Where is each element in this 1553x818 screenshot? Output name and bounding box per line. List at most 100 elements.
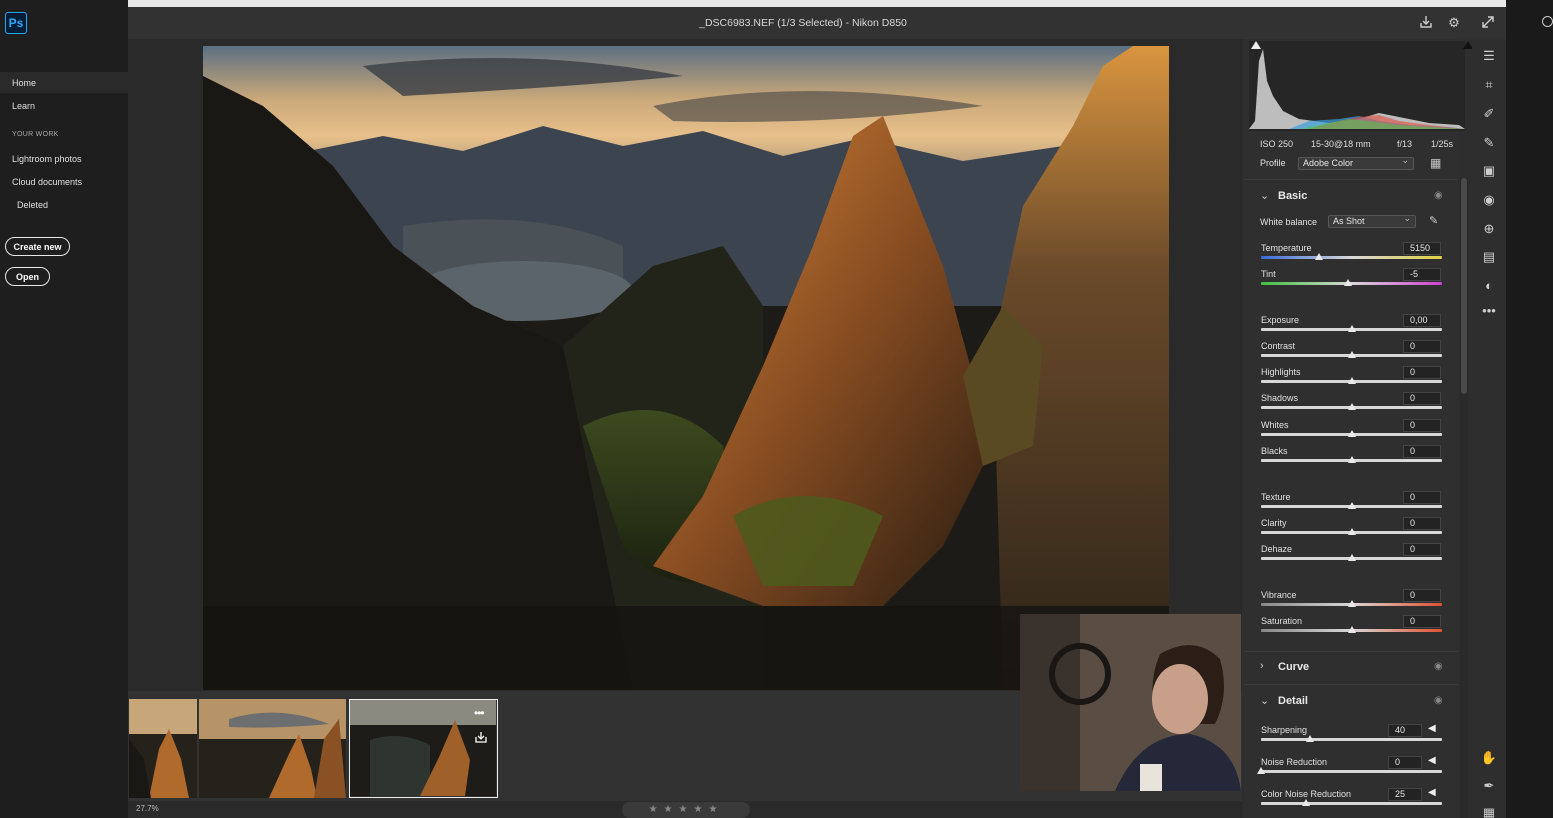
main-photo[interactable] (203, 46, 1169, 690)
sidebar-item-learn[interactable]: Learn (12, 101, 35, 111)
sampler-icon[interactable]: ✒ (1480, 777, 1498, 795)
slider-label: Saturation (1261, 616, 1303, 626)
thumb-save-icon[interactable] (474, 730, 488, 747)
white-balance-label: White balance (1260, 217, 1318, 227)
slider-label: Vibrance (1261, 590, 1297, 600)
slider-handle[interactable] (1347, 528, 1356, 535)
slider-handle[interactable] (1257, 767, 1265, 774)
chevron-down-icon: ⌄ (1260, 695, 1270, 707)
slider-value-input[interactable]: 0 (1403, 340, 1441, 353)
slider-value-input[interactable]: 0 (1388, 756, 1422, 769)
sidebar-item-cloud-documents[interactable]: Cloud documents (12, 177, 82, 187)
snapshots-icon[interactable]: ▤ (1480, 248, 1498, 266)
photoshop-logo: Ps (5, 12, 27, 34)
bottom-bar: 27.7% ★★★★★ (128, 801, 1242, 818)
slider-value-input[interactable]: 0,00 (1403, 314, 1441, 327)
slider-value-input[interactable]: 0 (1403, 445, 1441, 458)
slider-track[interactable] (1261, 738, 1442, 741)
basic-section-header[interactable]: ⌄ Basic ◉ (1244, 185, 1458, 209)
visibility-eye-icon[interactable]: ◉ (1434, 661, 1443, 672)
curve-section-header[interactable]: › Curve ◉ (1244, 656, 1458, 680)
slider-handle[interactable] (1347, 600, 1356, 607)
home-sidebar: Ps Home Learn YOUR WORK Lightroom photos… (0, 0, 128, 818)
slider-value-input[interactable]: 25 (1388, 788, 1422, 801)
open-button[interactable]: Open (5, 267, 50, 286)
detail-section-header[interactable]: ⌄ Detail ◉ (1244, 690, 1458, 714)
gear-icon[interactable]: ⚙ (1446, 15, 1462, 31)
slider-handle[interactable] (1347, 325, 1356, 332)
more-icon[interactable]: ••• (1480, 302, 1498, 320)
crop-icon[interactable]: ⌗ (1480, 76, 1498, 94)
slider-track[interactable] (1261, 256, 1442, 259)
slider-value-input[interactable]: 0 (1403, 392, 1441, 405)
visibility-eye-icon[interactable]: ◉ (1434, 695, 1443, 706)
slider-value-input[interactable]: 0 (1403, 419, 1441, 432)
slider-value-input[interactable]: 0 (1403, 366, 1441, 379)
search-icon[interactable] (1542, 16, 1553, 27)
panel-scrollbar[interactable] (1460, 178, 1468, 818)
filmstrip-thumb-3-selected[interactable]: ••• (349, 699, 498, 798)
sidebar-item-deleted[interactable]: Deleted (17, 200, 48, 210)
profile-browser-icon[interactable]: ▦ (1430, 156, 1441, 170)
shadow-clipping-icon[interactable] (1251, 41, 1261, 49)
divider (1244, 179, 1458, 180)
eyedropper-icon[interactable]: ✎ (1429, 214, 1438, 227)
slider-value-input[interactable]: 0 (1403, 589, 1441, 602)
reset-arrow-icon[interactable]: ◀ (1428, 723, 1436, 734)
slider-handle[interactable] (1347, 377, 1356, 384)
slider-value-input[interactable]: 0 (1403, 517, 1441, 530)
slider-handle[interactable] (1347, 456, 1356, 463)
basic-title: Basic (1278, 190, 1308, 202)
slider-value-input[interactable]: 40 (1388, 724, 1422, 737)
filmstrip-thumb-2[interactable] (199, 699, 346, 798)
shutter-value: 1/25s (1431, 139, 1454, 149)
image-canvas[interactable] (128, 39, 1242, 691)
edit-icon[interactable]: ☰ (1480, 47, 1498, 65)
save-icon[interactable] (1418, 15, 1434, 31)
slider-handle[interactable] (1314, 253, 1323, 260)
scroll-thumb[interactable] (1461, 178, 1467, 394)
slider-label: Whites (1261, 420, 1289, 430)
gradient-icon[interactable]: ▣ (1480, 162, 1498, 180)
slider-handle[interactable] (1347, 626, 1356, 633)
slider-label: Tint (1261, 269, 1276, 279)
grid-icon[interactable]: ▦ (1480, 804, 1498, 818)
white-balance-dropdown[interactable]: As Shot (1328, 213, 1416, 228)
tool-strip: ☰ ⌗ ✐ ✎ ▣ ◉ ⊕ ▤ ◐ ••• ✋ ✒ ▦ (1472, 39, 1506, 818)
slider-handle[interactable] (1343, 279, 1352, 286)
slider-track[interactable] (1261, 770, 1442, 773)
more-options-icon[interactable]: ••• (474, 706, 485, 720)
slider-handle[interactable] (1347, 554, 1356, 561)
radial-icon[interactable]: ◉ (1480, 191, 1498, 209)
slider-handle[interactable] (1302, 799, 1311, 806)
slider-handle[interactable] (1347, 502, 1356, 509)
slider-handle[interactable] (1347, 403, 1356, 410)
filmstrip-thumb-1[interactable] (129, 699, 197, 798)
sidebar-item-lightroom-photos[interactable]: Lightroom photos (12, 154, 82, 164)
slider-value-input[interactable]: 0 (1403, 615, 1441, 628)
slider-value-input[interactable]: 5150 (1403, 242, 1441, 255)
hand-icon[interactable]: ✋ (1480, 749, 1498, 767)
red-eye-icon[interactable]: ⊕ (1480, 220, 1498, 238)
slider-track[interactable] (1261, 802, 1442, 805)
profile-dropdown[interactable]: Adobe Color (1298, 155, 1414, 170)
reset-arrow-icon[interactable]: ◀ (1428, 755, 1436, 766)
slider-value-input[interactable]: -5 (1403, 268, 1441, 281)
slider-value-input[interactable]: 0 (1403, 491, 1441, 504)
slider-handle[interactable] (1347, 351, 1356, 358)
create-new-button[interactable]: Create new (5, 237, 70, 256)
brush-icon[interactable]: ✎ (1480, 134, 1498, 152)
right-background (1506, 0, 1553, 818)
sidebar-item-home[interactable]: Home (12, 78, 36, 88)
slider-value-input[interactable]: 0 (1403, 543, 1441, 556)
visibility-eye-icon[interactable]: ◉ (1434, 190, 1443, 201)
presets-icon[interactable]: ◐ (1480, 277, 1498, 295)
zoom-level[interactable]: 27.7% (136, 804, 159, 813)
slider-label: Temperature (1261, 243, 1312, 253)
fullscreen-icon[interactable] (1480, 15, 1496, 31)
slider-handle[interactable] (1347, 430, 1356, 437)
heal-icon[interactable]: ✐ (1480, 105, 1498, 123)
slider-handle[interactable] (1305, 735, 1314, 742)
reset-arrow-icon[interactable]: ◀ (1428, 787, 1436, 798)
rating-stars[interactable]: ★★★★★ (622, 802, 750, 818)
